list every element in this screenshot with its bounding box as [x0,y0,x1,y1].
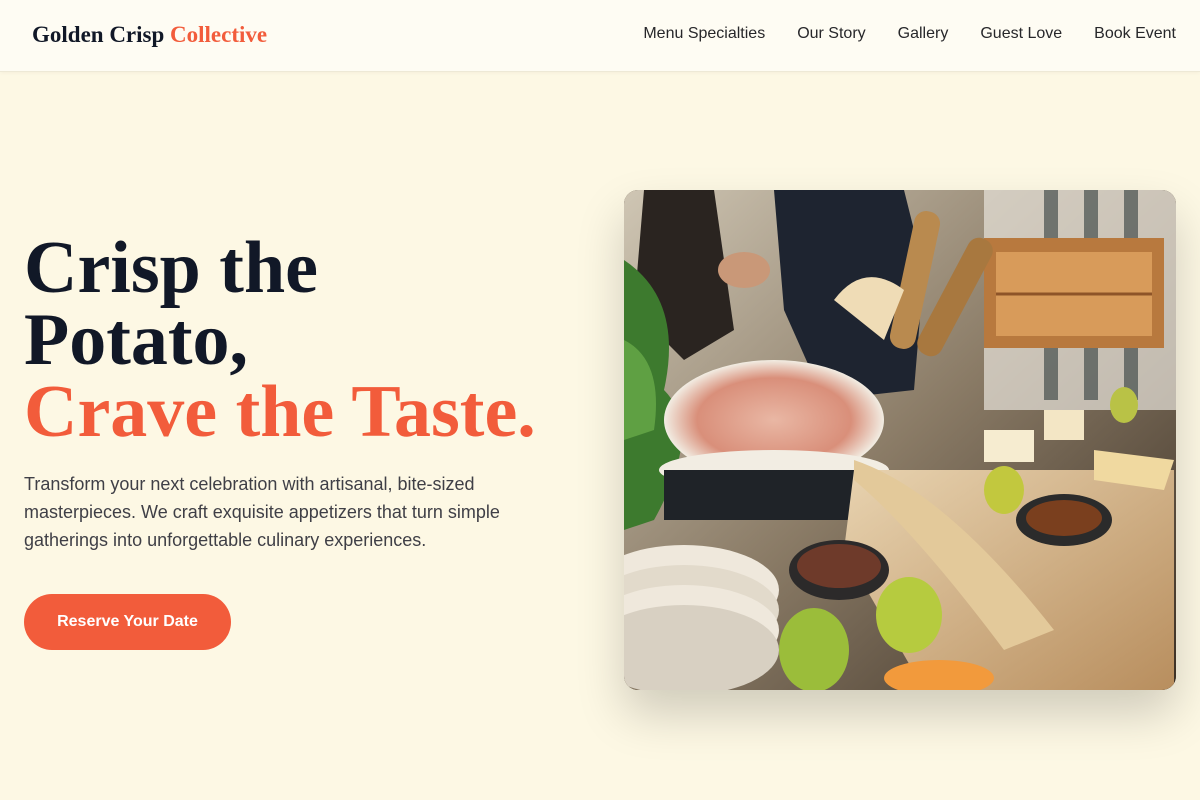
brand-name: Golden Crisp [32,22,165,47]
nav-link-book-event[interactable]: Book Event [1094,25,1176,43]
site-header: Golden Crisp Collective Menu Specialties… [0,0,1200,72]
nav-link-menu-specialties[interactable]: Menu Specialties [643,25,765,43]
brand-logo[interactable]: Golden Crisp Collective [32,22,267,48]
nav-link-gallery[interactable]: Gallery [898,25,949,43]
hero-catering-photo [624,190,1176,690]
hero-title-accent-line: Crave the Taste. [24,371,536,453]
nav-link-guest-love[interactable]: Guest Love [980,25,1062,43]
main-nav: Menu Specialties Our Story Gallery Guest… [643,25,1176,43]
hero-title-line-2: Potato, [24,299,248,381]
reserve-date-button[interactable]: Reserve Your Date [24,594,231,650]
nav-link-our-story[interactable]: Our Story [797,25,865,43]
hero-title: Crisp the Potato, Crave the Taste. [24,227,604,453]
brand-name-accent: Collective [170,22,268,47]
hero-title-line-1: Crisp the [24,227,318,309]
hero-description: Transform your next celebration with art… [24,474,500,550]
